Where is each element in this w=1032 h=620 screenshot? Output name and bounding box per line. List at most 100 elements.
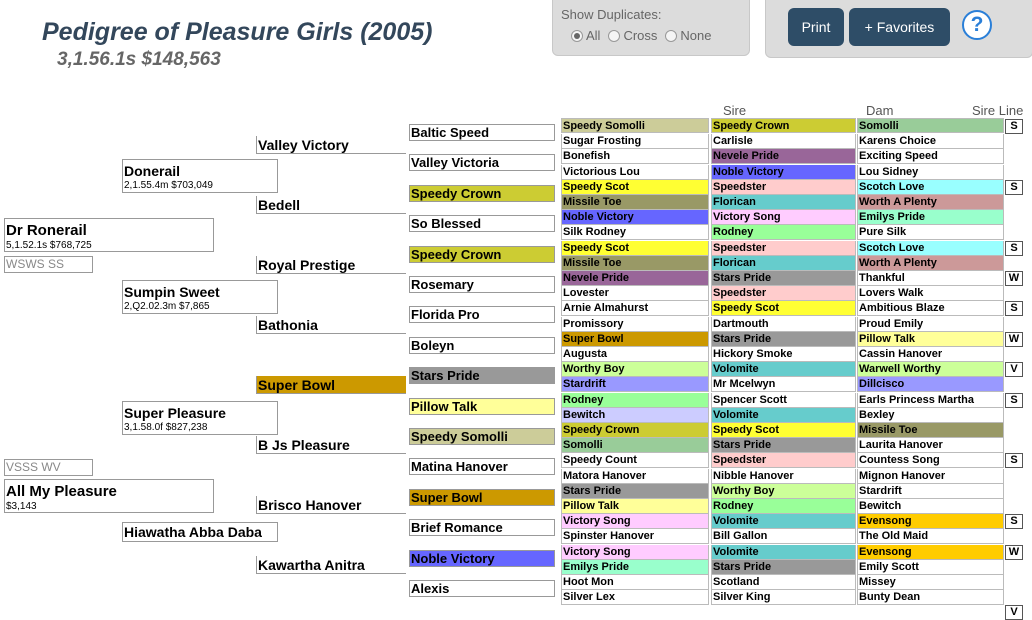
ancestor-cell[interactable]: Florican [711,195,856,210]
ancestor-cell[interactable]: Bewitch [857,499,1004,514]
ancestor-cell[interactable]: Victory Song [711,210,856,226]
ancestor-cell[interactable]: Stardrift [561,377,709,393]
ancestor-cell[interactable]: Speedster [711,453,856,469]
ancestor-cell[interactable]: Hickory Smoke [711,347,856,362]
ancestor-cell[interactable]: Evensong [857,514,1004,530]
radio-unselected-icon[interactable] [665,29,678,42]
gen2-horse[interactable]: Hiawatha Abba Daba [122,522,278,542]
ancestor-cell[interactable]: Somolli [857,118,1004,133]
ancestor-cell[interactable]: Lovester [561,286,709,302]
gen3-horse[interactable]: Royal Prestige [256,256,406,274]
ancestor-cell[interactable]: Missey [857,575,1004,590]
ancestor-cell[interactable]: Spencer Scott [711,392,856,408]
ancestor-cell[interactable]: Speedy Count [561,453,709,469]
ancestor-cell[interactable]: Speedster [711,286,856,302]
gen4-horse[interactable]: Rosemary [409,276,555,293]
ancestor-cell[interactable]: Silver Lex [561,590,709,606]
ancestor-cell[interactable]: Speedy Scot [711,301,856,317]
ancestor-cell[interactable]: Worth A Plenty [857,255,1004,271]
ancestor-cell[interactable]: Speedy Somolli [561,118,709,133]
ancestor-cell[interactable]: Scotch Love [857,240,1004,256]
ancestor-cell[interactable]: Stars Pride [711,271,856,286]
ancestor-cell[interactable]: Exciting Speed [857,149,1004,165]
ancestor-cell[interactable]: Pillow Talk [857,331,1004,347]
gen2-horse[interactable]: Donerail 2,1.55.4m $703,049 [122,159,278,193]
ancestor-cell[interactable]: Rodney [711,225,856,241]
ancestor-cell[interactable]: Volomite [711,407,856,423]
ancestor-cell[interactable]: Victory Song [561,544,709,560]
ancestor-cell[interactable]: Sugar Frosting [561,134,709,150]
ancestor-cell[interactable]: Noble Victory [561,210,709,226]
ancestor-cell[interactable]: Bexley [857,407,1004,423]
ancestor-cell[interactable]: Earls Princess Martha [857,392,1004,408]
ancestor-cell[interactable]: Nevele Pride [711,149,856,165]
ancestor-cell[interactable]: Warwell Worthy [857,362,1004,378]
ancestor-cell[interactable]: Countess Song [857,453,1004,469]
ancestor-cell[interactable]: Victory Song [561,514,709,530]
ancestor-cell[interactable]: Bonefish [561,149,709,165]
ancestor-cell[interactable]: Speedster [711,240,856,256]
ancestor-cell[interactable]: Arnie Almahurst [561,301,709,317]
ancestor-cell[interactable]: Speedy Crown [561,423,709,438]
ancestor-cell[interactable]: Noble Victory [711,164,856,180]
ancestor-cell[interactable]: Cassin Hanover [857,347,1004,362]
radio-all[interactable]: All [571,28,600,43]
ancestor-cell[interactable]: Spinster Hanover [561,529,709,545]
gen4-horse[interactable]: Valley Victoria [409,154,555,172]
radio-unselected-icon[interactable] [608,29,621,42]
gen3-horse[interactable]: Kawartha Anitra [256,556,406,574]
gen4-horse[interactable]: Super Bowl [409,488,555,506]
ancestor-cell[interactable]: Evensong [857,544,1004,560]
ancestor-cell[interactable]: Emilys Pride [857,210,1004,226]
help-icon[interactable]: ? [962,10,992,40]
ancestor-cell[interactable]: Somolli [561,438,709,454]
ancestor-cell[interactable]: Proud Emily [857,316,1004,332]
gen4-horse[interactable]: So Blessed [409,215,555,233]
ancestor-cell[interactable]: Dartmouth [711,316,856,332]
print-button[interactable]: Print [788,8,844,46]
gen4-horse[interactable]: Boleyn [409,336,555,354]
gen1-sire[interactable]: Dr Ronerail 5,1.52.1s $768,725 [4,218,214,252]
ancestor-cell[interactable]: Super Bowl [561,331,709,347]
ancestor-cell[interactable]: Dillcisco [857,377,1004,393]
ancestor-cell[interactable]: Victorious Lou [561,164,709,180]
ancestor-cell[interactable]: Stars Pride [711,331,856,347]
ancestor-cell[interactable]: Lou Sidney [857,164,1004,180]
ancestor-cell[interactable]: Rodney [711,499,856,514]
ancestor-cell[interactable]: Promissory [561,316,709,332]
ancestor-cell[interactable]: Volomite [711,514,856,530]
radio-none[interactable]: None [665,28,711,43]
ancestor-cell[interactable]: Worth A Plenty [857,195,1004,210]
ancestor-cell[interactable]: Worthy Boy [561,362,709,378]
gen4-horse[interactable]: Speedy Crown [409,245,555,263]
ancestor-cell[interactable]: Florican [711,255,856,271]
gen2-horse[interactable]: Sumpin Sweet 2,Q2.02.3m $7,865 [122,280,278,314]
gen4-horse[interactable]: Florida Pro [409,306,555,324]
ancestor-cell[interactable]: Missile Toe [857,423,1004,438]
ancestor-cell[interactable]: Scotland [711,575,856,590]
ancestor-cell[interactable]: Stars Pride [711,438,856,454]
ancestor-cell[interactable]: Stars Pride [561,483,709,499]
radio-cross[interactable]: Cross [608,28,657,43]
ancestor-cell[interactable]: Silk Rodney [561,225,709,241]
ancestor-cell[interactable]: Ambitious Blaze [857,301,1004,317]
ancestor-cell[interactable]: Volomite [711,544,856,560]
ancestor-cell[interactable]: Carlisle [711,134,856,150]
gen4-horse[interactable]: Stars Pride [409,367,555,385]
gen4-horse[interactable]: Baltic Speed [409,124,555,141]
ancestor-cell[interactable]: Mignon Hanover [857,468,1004,484]
ancestor-cell[interactable]: Silver King [711,590,856,606]
ancestor-cell[interactable]: Emily Scott [857,559,1004,575]
gen3-horse[interactable]: B Js Pleasure [256,436,406,454]
gen3-horse[interactable]: Valley Victory [256,136,406,154]
ancestor-cell[interactable]: Volomite [711,362,856,378]
gen4-horse[interactable]: Noble Victory [409,549,555,567]
gen3-horse[interactable]: Super Bowl [256,376,406,394]
add-favorites-button[interactable]: + Favorites [849,8,950,46]
ancestor-cell[interactable]: The Old Maid [857,529,1004,545]
gen3-horse[interactable]: Brisco Hanover [256,496,406,514]
gen4-horse[interactable]: Alexis [409,580,555,597]
ancestor-cell[interactable]: Missile Toe [561,195,709,210]
ancestor-cell[interactable]: Speedy Scot [561,179,709,195]
gen4-horse[interactable]: Matina Hanover [409,458,555,476]
